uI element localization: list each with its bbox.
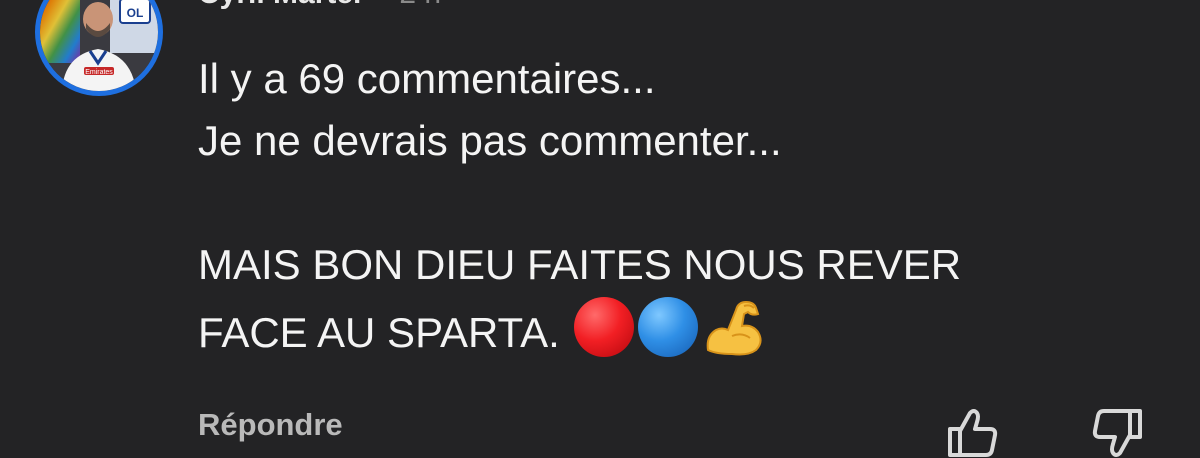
- author-name[interactable]: Cyril Martel: [198, 0, 361, 11]
- comment-body: Il y a 69 commentaires... Je ne devrais …: [198, 48, 1158, 358]
- reply-button[interactable]: Répondre: [198, 407, 343, 443]
- comment-actions: Répondre: [198, 405, 1158, 458]
- comment-line: MAIS BON DIEU FAITES NOUS REVER: [198, 241, 962, 288]
- comment-line: Je ne devrais pas commenter...: [198, 117, 782, 164]
- avatar-jersey-text: OL: [127, 6, 144, 20]
- thumbs-down-icon: [1092, 409, 1142, 457]
- avatar-sponsor-text: Emirates: [85, 69, 113, 76]
- avatar-image: OL Emirates: [40, 0, 158, 91]
- red-circle-icon: [573, 297, 634, 357]
- comment-header: Cyril Martel · 2 h: [198, 0, 441, 10]
- thumbs-up-icon: [948, 409, 998, 457]
- avatar[interactable]: OL Emirates: [35, 0, 163, 96]
- header-separator: ·: [375, 0, 385, 11]
- comment-line-text: FACE AU SPARTA.: [198, 309, 560, 356]
- emoji-group: [573, 296, 764, 358]
- comment-item: OL Emirates Cyril Martel · 2 h Il y a 69…: [0, 0, 1200, 458]
- comment-timestamp: 2 h: [399, 0, 441, 11]
- comment-blank-line: [198, 172, 1158, 234]
- like-button[interactable]: [944, 405, 1000, 458]
- comment-last-line: FACE AU SPARTA.: [198, 296, 1158, 358]
- comment-line: Il y a 69 commentaires...: [198, 55, 656, 102]
- blue-circle-icon: [637, 297, 698, 357]
- dislike-button[interactable]: [1090, 405, 1146, 458]
- flexed-biceps-icon: [706, 300, 762, 356]
